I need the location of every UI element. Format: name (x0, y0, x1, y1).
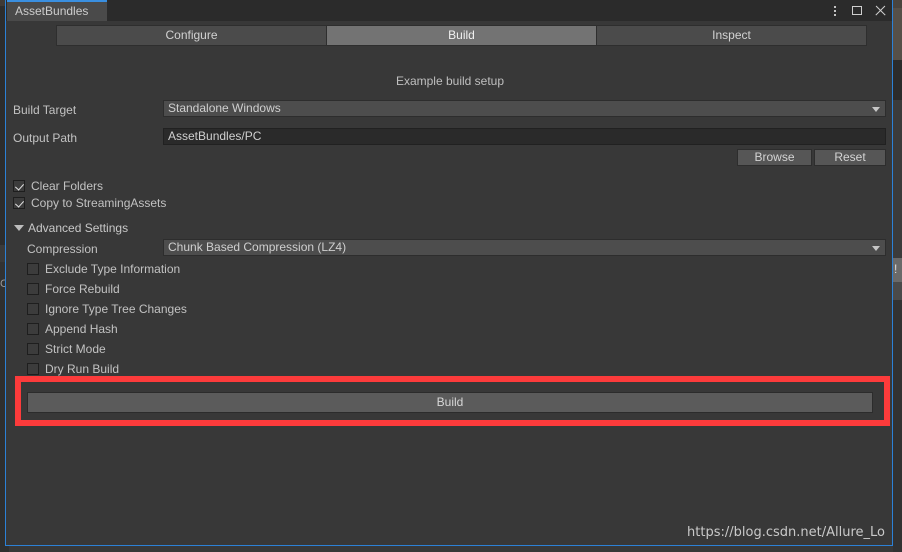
background-right-sliver (893, 0, 902, 552)
output-path-value: AssetBundles/PC (168, 129, 262, 143)
background-right-glyph: ! (894, 262, 898, 276)
screen-root: C ! AssetBundles Configure Build Inspect… (0, 0, 902, 552)
compression-dropdown[interactable]: Chunk Based Compression (LZ4) (163, 239, 886, 256)
build-button[interactable]: Build (27, 392, 873, 413)
toggle-dry-run-build[interactable]: Dry Run Build (27, 361, 119, 377)
watermark-text: https://blog.csdn.net/Allure_Lo (687, 525, 885, 540)
chevron-down-icon (872, 246, 880, 251)
build-target-value: Standalone Windows (168, 101, 281, 115)
close-icon[interactable] (874, 3, 888, 18)
mode-tab-bar: Configure Build Inspect (56, 25, 867, 46)
checkbox-icon[interactable] (13, 197, 25, 209)
toggle-force-rebuild[interactable]: Force Rebuild (27, 281, 120, 297)
toggle-ignore-type-tree-changes-label: Ignore Type Tree Changes (45, 302, 187, 316)
toggle-exclude-type-information-label: Exclude Type Information (45, 262, 181, 276)
tab-inspect[interactable]: Inspect (596, 25, 867, 46)
toggle-clear-folders-label: Clear Folders (31, 179, 104, 193)
toggle-copy-to-streamingassets[interactable]: Copy to StreamingAssets (13, 195, 166, 211)
kebab-menu-icon[interactable] (828, 3, 842, 18)
window-tab-assetbundles[interactable]: AssetBundles (7, 0, 107, 21)
checkbox-icon[interactable] (27, 363, 39, 375)
toggle-dry-run-build-label: Dry Run Build (45, 362, 120, 376)
checkbox-icon[interactable] (27, 263, 39, 275)
triangle-down-icon (14, 225, 24, 231)
output-path-label: Output Path (13, 131, 78, 145)
toggle-clear-folders[interactable]: Clear Folders (13, 178, 103, 194)
checkbox-icon[interactable] (27, 283, 39, 295)
toggle-strict-mode[interactable]: Strict Mode (27, 341, 106, 357)
compression-label: Compression (27, 242, 98, 256)
window-titlebar: AssetBundles (6, 0, 892, 21)
build-target-label: Build Target (13, 103, 77, 117)
toggle-copy-to-streamingassets-label: Copy to StreamingAssets (31, 196, 167, 210)
toggle-strict-mode-label: Strict Mode (45, 342, 106, 356)
advanced-settings-foldout[interactable]: Advanced Settings (14, 221, 128, 235)
compression-value: Chunk Based Compression (LZ4) (168, 240, 347, 254)
toggle-ignore-type-tree-changes[interactable]: Ignore Type Tree Changes (27, 301, 187, 317)
toggle-append-hash-label: Append Hash (45, 322, 118, 336)
checkbox-icon[interactable] (27, 323, 39, 335)
tab-build[interactable]: Build (326, 25, 597, 46)
maximize-icon[interactable] (851, 3, 865, 18)
window-body: Configure Build Inspect Example build se… (6, 21, 892, 545)
reset-button[interactable]: Reset (814, 149, 886, 166)
checkbox-icon[interactable] (27, 343, 39, 355)
tab-configure[interactable]: Configure (56, 25, 327, 46)
advanced-settings-label: Advanced Settings (28, 221, 129, 235)
toggle-force-rebuild-label: Force Rebuild (45, 282, 120, 296)
chevron-down-icon (872, 107, 880, 112)
browse-button[interactable]: Browse (737, 149, 812, 166)
output-path-input[interactable]: AssetBundles/PC (163, 128, 886, 145)
assetbundles-window: AssetBundles Configure Build Inspect Exa… (5, 0, 893, 546)
build-setup-subtitle: Example build setup (395, 74, 505, 88)
checkbox-icon[interactable] (13, 180, 25, 192)
build-target-dropdown[interactable]: Standalone Windows (163, 100, 886, 117)
window-controls (828, 0, 888, 21)
checkbox-icon[interactable] (27, 303, 39, 315)
toggle-exclude-type-information[interactable]: Exclude Type Information (27, 261, 180, 277)
toggle-append-hash[interactable]: Append Hash (27, 321, 118, 337)
